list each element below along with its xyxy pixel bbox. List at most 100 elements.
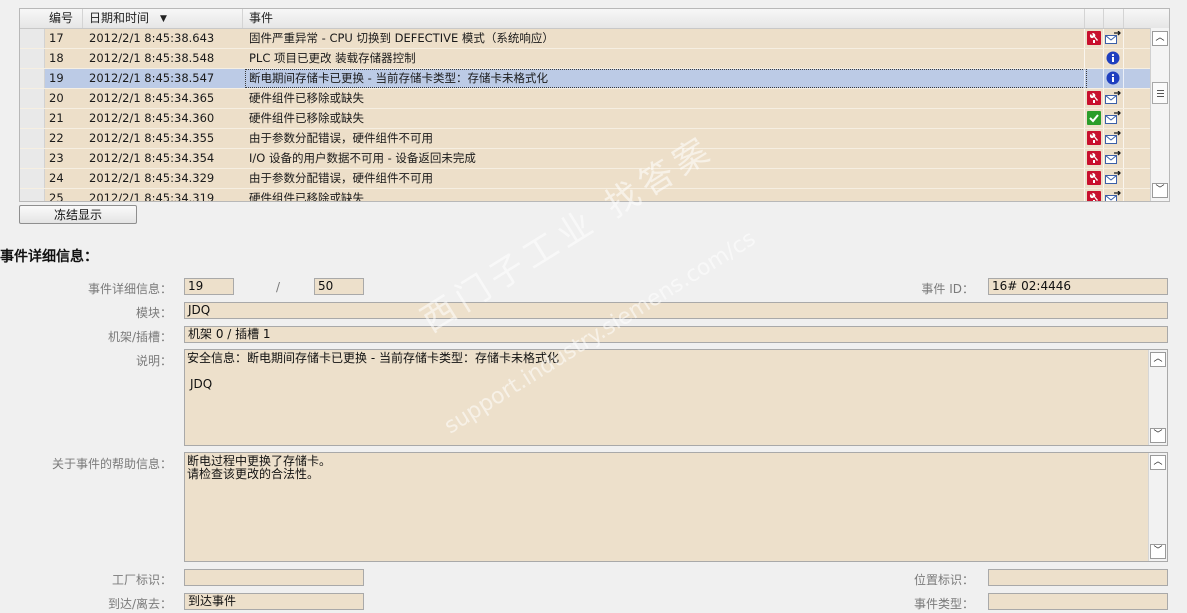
- freeze-display-button[interactable]: 冻结显示: [19, 205, 137, 224]
- row-event: 硬件组件已移除或缺失: [249, 91, 364, 105]
- row-gutter[interactable]: [20, 49, 45, 68]
- table-scrollbar[interactable]: ︿ ﹀: [1150, 28, 1169, 201]
- row-datetime: 2012/2/1 8:45:34.329: [89, 171, 215, 185]
- event-type-label: 事件类型：: [913, 597, 974, 611]
- rack-slot-field: 机架 0 / 插槽 1: [184, 326, 1168, 343]
- sort-desc-icon[interactable]: ▼: [160, 10, 167, 29]
- info-icon: [1106, 51, 1120, 65]
- table-row[interactable]: 23 2012/2/1 8:45:34.354 I/O 设备的用户数据不可用 - 设…: [20, 149, 1150, 169]
- message-arrow-icon: [1105, 90, 1121, 105]
- row-event: 硬件组件已移除或缺失: [249, 191, 364, 202]
- event-type-field: [988, 593, 1168, 610]
- module-label: 模块：: [135, 306, 172, 320]
- row-gutter[interactable]: [20, 69, 45, 88]
- row-number: 17: [49, 31, 64, 45]
- scroll-down-button[interactable]: ﹀: [1152, 183, 1168, 198]
- message-arrow-icon: [1105, 150, 1121, 165]
- table-row[interactable]: 19 2012/2/1 8:45:38.547 断电期间存储卡已更换 - 当前存储卡…: [20, 69, 1150, 89]
- description-label: 说明：: [135, 354, 172, 368]
- help-scrollbar[interactable]: ︿ ﹀: [1148, 453, 1167, 561]
- row-datetime: 2012/2/1 8:45:34.355: [89, 131, 215, 145]
- scroll-up-button[interactable]: ︿: [1152, 31, 1168, 46]
- description-line-1: 安全信息：断电期间存储卡已更换 - 当前存储卡类型：存储卡未格式化: [187, 351, 559, 365]
- wrench-error-icon: [1087, 31, 1101, 45]
- check-ok-icon: [1087, 111, 1101, 125]
- help-line-2: 请检查该更改的合法性。: [187, 467, 320, 481]
- row-datetime: 2012/2/1 8:45:34.354: [89, 151, 215, 165]
- current-event-field: 19: [184, 278, 234, 295]
- wrench-error-icon: [1087, 171, 1101, 185]
- table-row[interactable]: 17 2012/2/1 8:45:38.643 固件严重异常 - CPU 切换到 D…: [20, 29, 1150, 49]
- row-number: 24: [49, 171, 64, 185]
- row-datetime: 2012/2/1 8:45:38.547: [89, 71, 215, 85]
- row-number: 21: [49, 111, 64, 125]
- row-number: 20: [49, 91, 64, 105]
- description-scroll-down[interactable]: ﹀: [1150, 428, 1166, 443]
- total-events-field: 50: [314, 278, 364, 295]
- description-textarea[interactable]: 安全信息：断电期间存储卡已更换 - 当前存储卡类型：存储卡未格式化 JDQ ︿ …: [184, 349, 1168, 446]
- rack-slot-label: 机架/插槽：: [107, 330, 172, 344]
- table-row[interactable]: 20 2012/2/1 8:45:34.365 硬件组件已移除或缺失: [20, 89, 1150, 109]
- row-gutter[interactable]: [20, 29, 45, 48]
- row-event: PLC 项目已更改 装载存储器控制: [249, 51, 416, 65]
- message-arrow-icon: [1105, 130, 1121, 145]
- details-title: 事件详细信息：: [0, 249, 98, 265]
- description-scrollbar[interactable]: ︿ ﹀: [1148, 350, 1167, 445]
- location-id-field: [988, 569, 1168, 586]
- message-arrow-icon: [1105, 110, 1121, 125]
- event-table: 编号 日期和时间 ▼ 事件 17 2012/2/1 8:45:38.643 固件严重…: [19, 8, 1170, 202]
- row-number: 23: [49, 151, 64, 165]
- row-datetime: 2012/2/1 8:45:34.319: [89, 191, 215, 202]
- table-row[interactable]: 22 2012/2/1 8:45:34.355 由于参数分配错误，硬件组件不可用: [20, 129, 1150, 149]
- row-number: 19: [49, 71, 64, 85]
- row-datetime: 2012/2/1 8:45:34.360: [89, 111, 215, 125]
- row-gutter[interactable]: [20, 109, 45, 128]
- plant-id-field: [184, 569, 364, 586]
- plant-id-label: 工厂标识：: [111, 573, 172, 587]
- row-gutter[interactable]: [20, 169, 45, 188]
- message-arrow-icon: [1105, 30, 1121, 45]
- description-scroll-up[interactable]: ︿: [1150, 352, 1166, 367]
- scroll-thumb[interactable]: [1152, 82, 1168, 104]
- table-row[interactable]: 21 2012/2/1 8:45:34.360 硬件组件已移除或缺失: [20, 109, 1150, 129]
- help-textarea[interactable]: 断电过程中更换了存储卡。 请检查该更改的合法性。 ︿ ﹀: [184, 452, 1168, 562]
- location-id-label: 位置标识：: [913, 573, 974, 587]
- row-gutter[interactable]: [20, 129, 45, 148]
- column-header-datetime[interactable]: 日期和时间: [89, 9, 149, 28]
- description-line-2: JDQ: [190, 377, 213, 391]
- module-field: JDQ: [184, 302, 1168, 319]
- event-detail-label: 事件详细信息：: [87, 282, 172, 296]
- table-row[interactable]: 18 2012/2/1 8:45:38.548 PLC 项目已更改 装载存储器控制: [20, 49, 1150, 69]
- help-line-1: 断电过程中更换了存储卡。: [187, 454, 332, 468]
- message-arrow-icon: [1105, 190, 1121, 201]
- row-number: 25: [49, 191, 64, 202]
- table-row[interactable]: 24 2012/2/1 8:45:34.329 由于参数分配错误，硬件组件不可用: [20, 169, 1150, 189]
- help-scroll-up[interactable]: ︿: [1150, 455, 1166, 470]
- row-gutter[interactable]: [20, 149, 45, 168]
- message-arrow-icon: [1105, 170, 1121, 185]
- row-event: 固件严重异常 - CPU 切换到 DEFECTIVE 模式（系统响应）: [249, 31, 554, 45]
- row-datetime: 2012/2/1 8:45:38.643: [89, 31, 215, 45]
- row-event: 断电期间存储卡已更换 - 当前存储卡类型：存储卡未格式化: [249, 71, 548, 85]
- table-row[interactable]: 25 2012/2/1 8:45:34.319 硬件组件已移除或缺失: [20, 189, 1150, 202]
- event-id-field: 16# 02:4446: [988, 278, 1168, 295]
- row-event: I/O 设备的用户数据不可用 - 设备返回未完成: [249, 151, 476, 165]
- table-header: 编号 日期和时间 ▼ 事件: [20, 9, 1169, 29]
- wrench-error-icon: [1087, 191, 1101, 201]
- info-icon: [1106, 71, 1120, 85]
- row-datetime: 2012/2/1 8:45:38.548: [89, 51, 215, 65]
- help-scroll-down[interactable]: ﹀: [1150, 544, 1166, 559]
- column-header-event[interactable]: 事件: [249, 9, 273, 28]
- row-gutter[interactable]: [20, 89, 45, 108]
- event-rows: 17 2012/2/1 8:45:38.643 固件严重异常 - CPU 切换到 D…: [20, 29, 1150, 202]
- separator-text: /: [276, 280, 281, 294]
- row-number: 22: [49, 131, 64, 145]
- row-event: 硬件组件已移除或缺失: [249, 111, 364, 125]
- column-header-num[interactable]: 编号: [49, 9, 73, 28]
- event-id-label: 事件 ID：: [921, 282, 974, 296]
- row-event: 由于参数分配错误，硬件组件不可用: [249, 131, 433, 145]
- row-gutter[interactable]: [20, 189, 45, 201]
- arrive-leave-label: 到达/离去：: [107, 597, 172, 611]
- wrench-error-icon: [1087, 131, 1101, 145]
- row-datetime: 2012/2/1 8:45:34.365: [89, 91, 215, 105]
